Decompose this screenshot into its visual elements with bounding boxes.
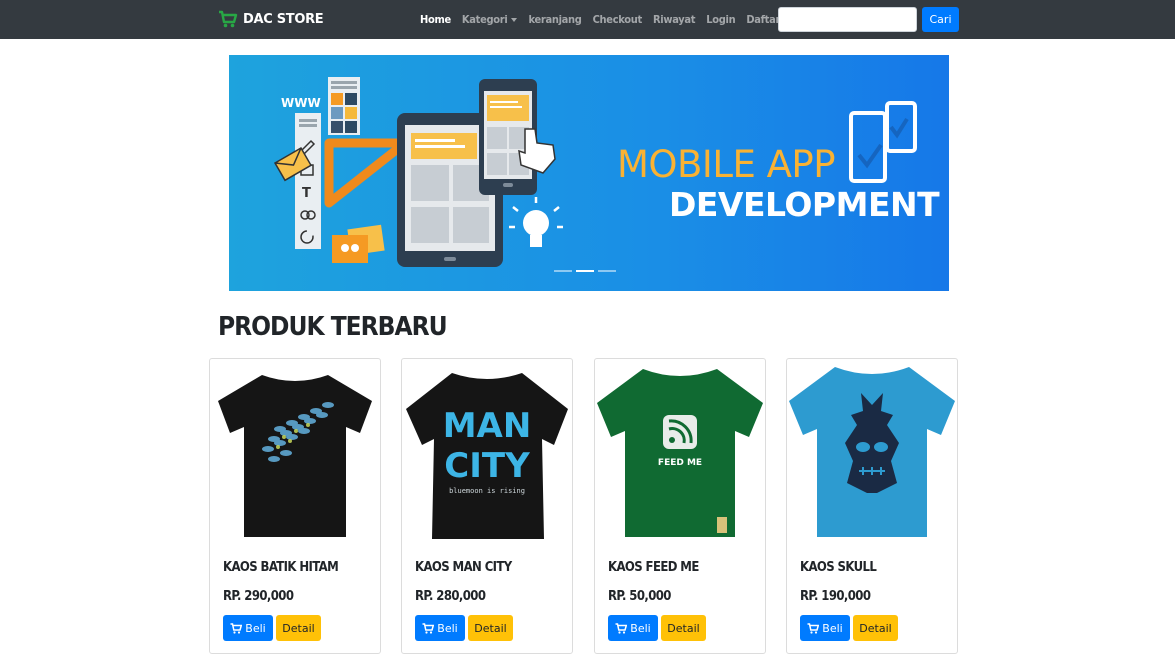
- buy-button[interactable]: Beli: [800, 615, 850, 641]
- print-text-city: CITY: [444, 446, 530, 486]
- detail-button[interactable]: Detail: [853, 615, 898, 641]
- brand-name: DAC STORE: [243, 11, 324, 27]
- carousel-indicators: [554, 270, 616, 272]
- detail-button[interactable]: Detail: [661, 615, 706, 641]
- buy-label: Beli: [630, 621, 651, 635]
- carousel-indicator-3[interactable]: [598, 270, 616, 272]
- product-price: RP. 280,000: [415, 589, 486, 604]
- product-name: KAOS SKULL: [800, 560, 877, 575]
- product-card: KAOS SKULL RP. 190,000 Beli Detail: [786, 358, 958, 654]
- mobile-dev-illustration: T WWW: [273, 77, 917, 267]
- cart-logo-icon: [219, 10, 238, 28]
- nav-riwayat[interactable]: Riwayat: [653, 13, 696, 26]
- nav-daftar[interactable]: Daftar: [746, 13, 780, 26]
- nav-home[interactable]: Home: [420, 13, 451, 26]
- print-text-bluemoon: bluemoon is rising: [449, 487, 525, 495]
- product-image-batik[interactable]: [210, 359, 380, 544]
- cart-icon: [422, 622, 435, 634]
- carousel-indicator-1[interactable]: [554, 270, 572, 272]
- product-image-skull[interactable]: [787, 359, 957, 544]
- product-name: KAOS BATIK HITAM: [223, 560, 339, 575]
- brand-link[interactable]: DAC STORE: [218, 6, 324, 32]
- navbar: DAC STORE Home Kategori keranjang Checko…: [0, 0, 1175, 39]
- product-card: KAOS BATIK HITAM RP. 290,000 Beli Detail: [209, 358, 381, 654]
- nav-checkout[interactable]: Checkout: [593, 13, 643, 26]
- nav-login[interactable]: Login: [706, 13, 735, 26]
- nav-kategori-dropdown[interactable]: Kategori: [462, 13, 518, 26]
- search-input[interactable]: [778, 7, 917, 32]
- www-label: WWW: [281, 96, 321, 110]
- buy-label: Beli: [245, 621, 266, 635]
- product-card: FEED ME KAOS FEED ME RP. 50,000 Beli Det…: [594, 358, 766, 654]
- buy-label: Beli: [437, 621, 458, 635]
- buy-button[interactable]: Beli: [608, 615, 658, 641]
- print-text-man: MAN: [443, 406, 532, 446]
- detail-button[interactable]: Detail: [468, 615, 513, 641]
- product-name: KAOS FEED ME: [608, 560, 699, 575]
- hero-carousel[interactable]: T WWW MOBILE APP DEVELOPMENT: [229, 55, 949, 291]
- buy-button[interactable]: Beli: [223, 615, 273, 641]
- section-title: PRODUK TERBARU: [218, 312, 448, 342]
- product-image-mancity[interactable]: MAN CITY bluemoon is rising: [402, 359, 572, 544]
- print-text-feedme: FEED ME: [658, 458, 702, 468]
- carousel-indicator-2[interactable]: [576, 270, 594, 272]
- search-button[interactable]: Cari: [922, 7, 959, 32]
- product-image-feedme[interactable]: FEED ME: [595, 359, 765, 544]
- buy-label: Beli: [822, 621, 843, 635]
- product-name: KAOS MAN CITY: [415, 560, 512, 575]
- cart-icon: [807, 622, 820, 634]
- caret-down-icon: [511, 18, 518, 22]
- nav-keranjang[interactable]: keranjang: [528, 13, 581, 26]
- product-price: RP. 50,000: [608, 589, 671, 604]
- detail-button[interactable]: Detail: [276, 615, 321, 641]
- nav-kategori-label: Kategori: [461, 13, 508, 26]
- cart-icon: [615, 622, 628, 634]
- nav-menu: Home Kategori keranjang Checkout Riwayat…: [420, 0, 791, 39]
- product-price: RP. 190,000: [800, 589, 871, 604]
- product-card: MAN CITY bluemoon is rising KAOS MAN CIT…: [401, 358, 573, 654]
- banner-title-line2: DEVELOPMENT: [669, 185, 940, 224]
- banner-title-line1: MOBILE APP: [617, 143, 836, 186]
- svg-text:T: T: [302, 186, 311, 201]
- product-price: RP. 290,000: [223, 589, 294, 604]
- buy-button[interactable]: Beli: [415, 615, 465, 641]
- cart-icon: [230, 622, 243, 634]
